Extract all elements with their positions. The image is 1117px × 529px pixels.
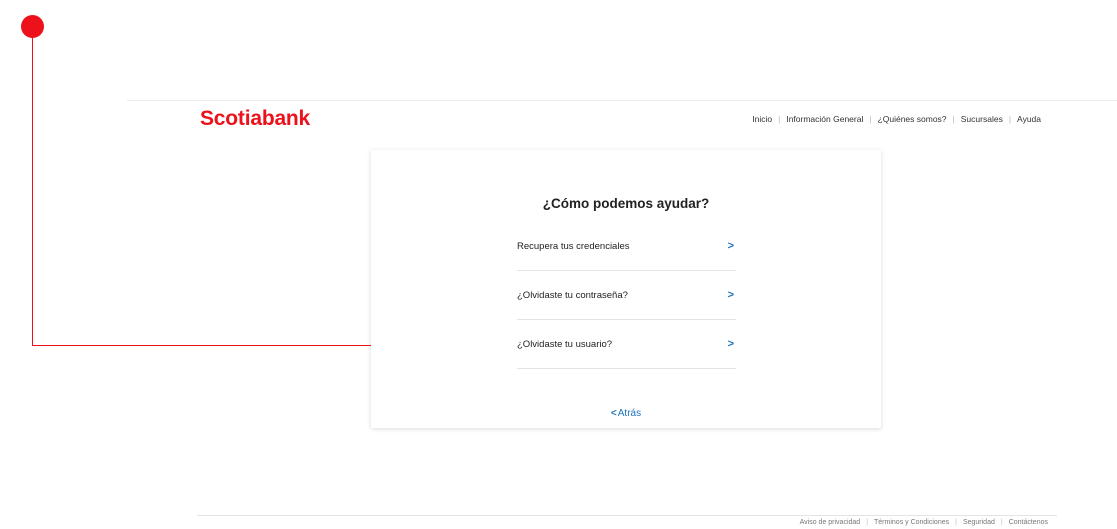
chevron-left-icon: < xyxy=(610,408,617,419)
nav-separator: | xyxy=(1008,114,1012,124)
option-olvidaste-contrasena[interactable]: ¿Olvidaste tu contraseña? > xyxy=(517,271,736,320)
nav-separator: | xyxy=(778,114,781,124)
footer-link-contactenos[interactable]: Contáctenos xyxy=(1009,519,1048,526)
chevron-right-icon: > xyxy=(727,289,734,301)
nav-link-sucursales[interactable]: Sucursales xyxy=(961,114,1003,124)
header-divider xyxy=(127,100,1117,101)
option-recupera-credenciales[interactable]: Recupera tus credenciales > xyxy=(517,222,736,271)
nav-link-inicio[interactable]: Inicio xyxy=(752,114,772,124)
back-label: Atrás xyxy=(617,408,642,419)
footer-link-aviso-privacidad[interactable]: Aviso de privacidad xyxy=(800,519,861,526)
top-navigation: Inicio | Información General | ¿Quiénes … xyxy=(752,114,1041,124)
footer-separator: | xyxy=(955,519,957,526)
footer-divider xyxy=(197,515,1057,516)
chevron-right-icon: > xyxy=(727,338,734,350)
nav-separator: | xyxy=(869,114,872,124)
option-label: Recupera tus credenciales xyxy=(517,240,630,252)
back-link[interactable]: <Atrás xyxy=(371,408,881,419)
option-label: ¿Olvidaste tu usuario? xyxy=(517,338,613,350)
annotation-line-vertical xyxy=(32,38,33,346)
help-card-title: ¿Cómo podemos ayudar? xyxy=(542,196,710,211)
option-olvidaste-usuario[interactable]: ¿Olvidaste tu usuario? > xyxy=(517,320,736,369)
help-card: ¿Cómo podemos ayudar? Recupera tus crede… xyxy=(371,150,881,428)
nav-link-quienes-somos[interactable]: ¿Quiénes somos? xyxy=(878,114,947,124)
footer-separator: | xyxy=(1000,519,1003,526)
footer-links: Aviso de privacidad | Términos y Condici… xyxy=(800,519,1048,526)
nav-separator: | xyxy=(952,114,955,124)
nav-link-informacion-general[interactable]: Información General xyxy=(786,114,863,124)
footer-link-seguridad[interactable]: Seguridad xyxy=(963,519,995,526)
chevron-right-icon: > xyxy=(727,240,734,252)
footer-separator: | xyxy=(866,519,869,526)
option-label: ¿Olvidaste tu contraseña? xyxy=(517,289,628,301)
nav-link-ayuda[interactable]: Ayuda xyxy=(1017,114,1041,124)
footer-link-terminos[interactable]: Términos y Condiciones xyxy=(874,519,949,526)
annotation-marker-dot xyxy=(21,15,44,38)
scotiabank-logo[interactable]: Scotiabank xyxy=(200,107,310,131)
